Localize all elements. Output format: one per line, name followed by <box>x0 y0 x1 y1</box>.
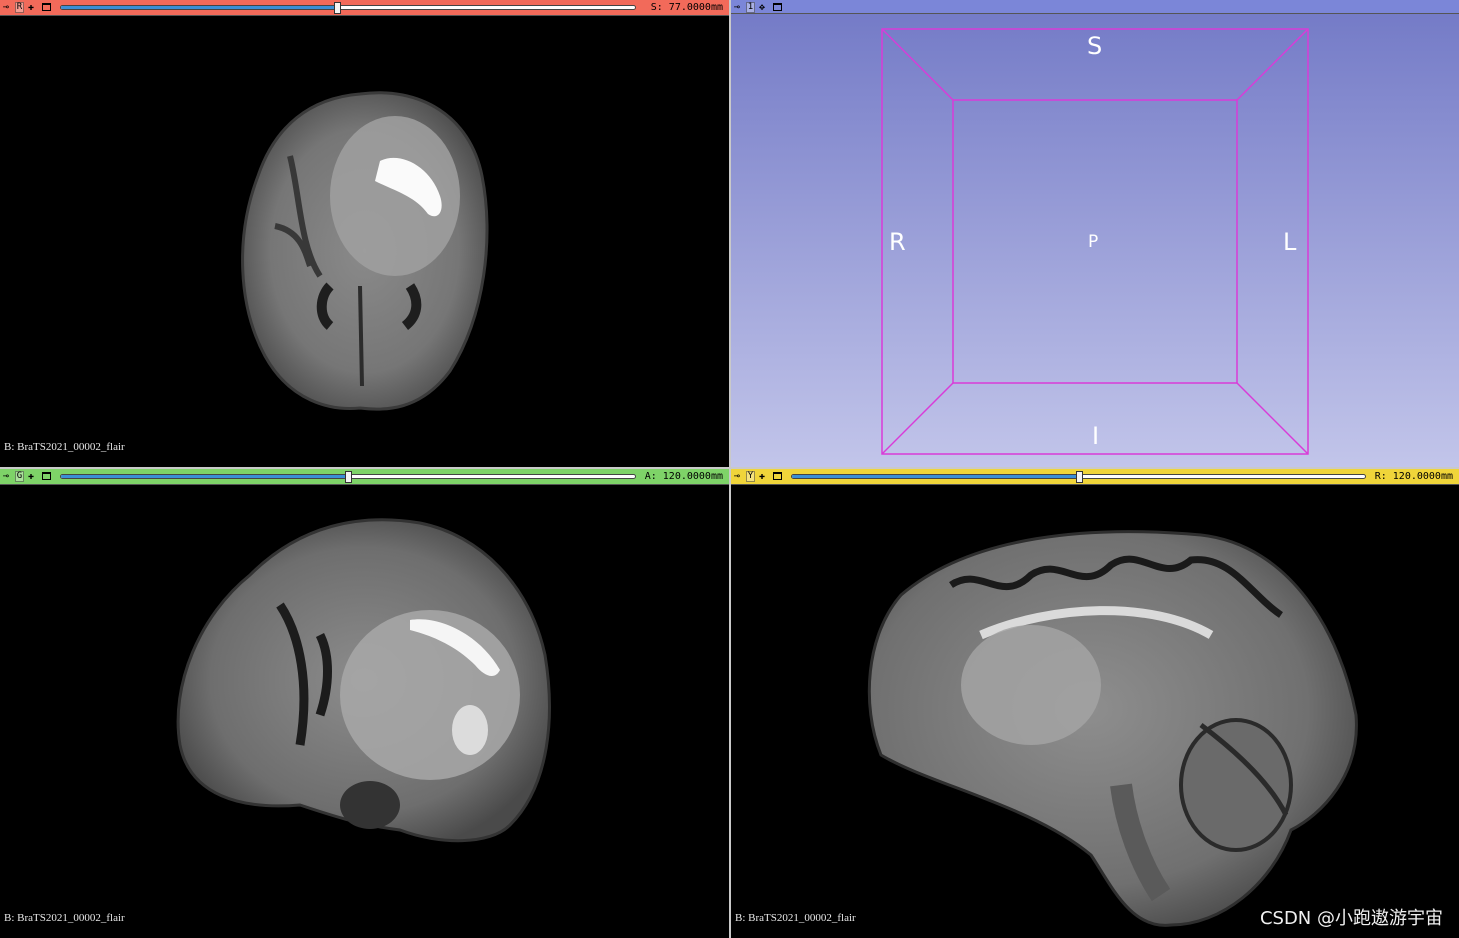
slice-offset-label: S: 77.0000mm <box>650 2 723 13</box>
link-icon[interactable]: ✚ <box>28 2 38 13</box>
slider-fill <box>792 475 1079 478</box>
maximize-view-icon[interactable] <box>773 3 782 11</box>
maximize-view-icon[interactable] <box>42 472 51 480</box>
center-view-icon[interactable]: ✥ <box>759 2 769 13</box>
axial-mri-image <box>241 91 489 411</box>
pin-icon[interactable]: ⊸ <box>3 471 13 482</box>
slice-offset-label: R: 120.0000mm <box>1374 471 1453 482</box>
threed-view-controller-bar: ⊸ 1 ✥ <box>731 0 1459 14</box>
orientation-label-superior: S <box>1087 32 1103 60</box>
view-letter-badge: Y <box>746 471 755 482</box>
view-letter-badge: R <box>15 2 24 13</box>
green-view-controller-bar: ⊸ G ✚ A: 120.0000mm <box>0 469 729 485</box>
slice-offset-slider[interactable] <box>60 2 636 14</box>
slice-offset-slider[interactable] <box>791 471 1366 483</box>
link-icon[interactable]: ✚ <box>28 471 38 482</box>
yellow-slice-view[interactable]: ⊸ Y ✚ R: 120.0000mm B: BraTS2021_00002_f… <box>731 469 1459 938</box>
slice-offset-slider[interactable] <box>60 471 636 483</box>
view-letter-badge: G <box>15 471 24 482</box>
yellow-view-controller-bar: ⊸ Y ✚ R: 120.0000mm <box>731 469 1459 485</box>
volume-name-label: B: BraTS2021_00002_flair <box>4 912 125 924</box>
link-icon[interactable]: ✚ <box>759 471 769 482</box>
pin-icon[interactable]: ⊸ <box>734 2 744 13</box>
orientation-label-left: L <box>1283 228 1297 256</box>
red-slice-view[interactable]: ⊸ R ✚ S: 77.0000mm B: BraTS2021_00002_fl… <box>0 0 729 467</box>
slider-thumb[interactable] <box>333 2 341 14</box>
watermark-text: CSDN @小跑遨游宇宙 <box>1259 908 1443 929</box>
slider-thumb[interactable] <box>345 471 352 483</box>
pin-icon[interactable]: ⊸ <box>734 471 744 482</box>
orientation-label-right: R <box>889 228 906 256</box>
red-view-controller-bar: ⊸ R ✚ S: 77.0000mm <box>0 0 729 16</box>
maximize-view-icon[interactable] <box>42 3 51 11</box>
volume-name-label: B: BraTS2021_00002_flair <box>735 912 856 924</box>
sagittal-mri-image <box>867 530 1358 927</box>
slider-thumb[interactable] <box>1075 471 1083 483</box>
maximize-view-icon[interactable] <box>773 472 782 480</box>
green-slice-view[interactable]: ⊸ G ✚ A: 120.0000mm B: BraTS2021_00002_f… <box>0 469 729 938</box>
slider-fill <box>61 475 348 478</box>
orientation-label-posterior: P <box>1088 232 1099 252</box>
volume-name-label: B: BraTS2021_00002_flair <box>4 441 125 453</box>
threed-view[interactable]: ⊸ 1 ✥ S R L P I <box>731 0 1459 467</box>
orientation-label-inferior: I <box>1092 422 1100 450</box>
pin-icon[interactable]: ⊸ <box>3 2 13 13</box>
view-letter-badge: 1 <box>746 2 755 13</box>
coronal-mri-image <box>176 518 551 843</box>
slice-offset-label: A: 120.0000mm <box>644 471 723 482</box>
slider-fill <box>61 6 337 9</box>
